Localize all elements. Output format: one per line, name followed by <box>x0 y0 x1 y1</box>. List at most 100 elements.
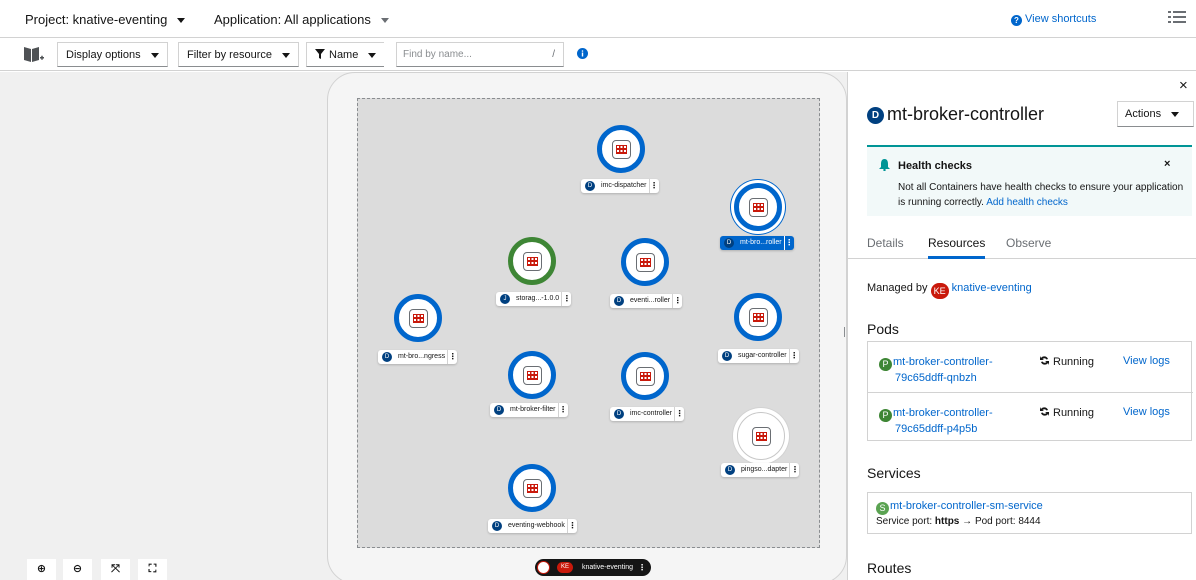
actions-dropdown[interactable]: Actions <box>1117 101 1194 127</box>
close-alert-button[interactable]: × <box>1164 158 1170 170</box>
node-label-text: mt-broker-filter <box>510 406 556 413</box>
zoom-out-button[interactable]: ⊖ <box>63 559 92 580</box>
node-label[interactable]: Dsugar-controller ⋮ <box>718 349 799 363</box>
node-label[interactable]: Dpingso...dapter ⋮ <box>721 463 800 477</box>
find-by-name-input[interactable]: Find by name... / <box>396 42 564 67</box>
node-label[interactable]: Dmt-broker-filter ⋮ <box>490 403 568 417</box>
managed-by-link[interactable]: knative-eventing <box>952 282 1032 294</box>
topology-toolbar: Display options Filter by resource Name … <box>0 38 1196 71</box>
services-heading: Services <box>867 465 921 481</box>
display-options-dropdown[interactable]: Display options <box>57 42 168 67</box>
pod-status-text: Running <box>1053 407 1094 419</box>
node-label[interactable]: Dimc-dispatcher ⋮ <box>581 179 659 193</box>
application-badge: KE <box>557 562 573 573</box>
application-selector[interactable]: Application: All applications <box>214 12 389 27</box>
filter-by-resource-dropdown[interactable]: Filter by resource <box>178 42 299 67</box>
node-pingsource-adapter[interactable] <box>737 412 785 460</box>
node-storage-job[interactable] <box>508 237 556 285</box>
application-icon <box>537 561 550 574</box>
node-label-text: eventing-webhook <box>508 522 565 529</box>
kebab-icon[interactable]: ⋮ <box>783 236 794 250</box>
add-health-checks-link[interactable]: Add health checks <box>986 197 1068 208</box>
tab-resources[interactable]: Resources <box>928 236 986 259</box>
pods-list: Pmt-broker-controller- 79c65ddff-qnbzh Ru… <box>867 341 1193 442</box>
pod-link[interactable]: Pmt-broker-controller- 79c65ddff-qnbzh <box>879 355 1039 385</box>
view-shortcuts-link[interactable]: ? View shortcuts <box>1011 13 1096 26</box>
node-label-selected[interactable]: Dmt-bro...roller ⋮ <box>720 236 794 250</box>
deployment-icon <box>523 479 542 498</box>
name-filter-dropdown[interactable]: Name <box>306 42 385 67</box>
reset-view-button[interactable]: ⛶ <box>138 559 167 580</box>
alert-title: Health checks <box>898 160 972 172</box>
kebab-icon[interactable]: ⋮ <box>638 559 646 576</box>
arrow-right-icon: → <box>962 516 973 527</box>
info-circle-icon[interactable] <box>577 48 588 59</box>
kebab-icon[interactable]: ⋮ <box>557 403 568 417</box>
project-selector-label: Project: knative-eventing <box>25 12 168 27</box>
node-eventing-controller[interactable] <box>621 238 669 286</box>
node-mt-broker-filter[interactable] <box>508 351 556 399</box>
managed-by: Managed by KE knative-eventing <box>867 282 1032 299</box>
node-label[interactable]: Deventing-webhook ⋮ <box>488 519 577 533</box>
pod-name-line2: 79c65ddff-p4p5b <box>895 423 978 435</box>
node-label-text: pingso...dapter <box>741 466 788 473</box>
node-label[interactable]: Deventi...roller ⋮ <box>610 294 683 308</box>
chevron-down-icon <box>150 52 159 58</box>
search-shortcut-hint: / <box>552 49 555 60</box>
quick-search-icon[interactable] <box>23 45 45 64</box>
service-ports: Service port: https → Pod port: 8444 <box>876 516 1041 527</box>
deployment-badge: D <box>585 181 595 191</box>
managed-by-label: Managed by <box>867 282 928 294</box>
service-link[interactable]: Smt-broker-controller-sm-service <box>876 500 1043 515</box>
tab-details[interactable]: Details <box>867 236 904 250</box>
kebab-icon[interactable]: ⋮ <box>789 463 799 477</box>
fit-to-screen-button[interactable]: ⤧ <box>101 559 130 580</box>
node-imc-dispatcher[interactable] <box>597 125 645 173</box>
kebab-icon[interactable]: ⋮ <box>674 407 684 421</box>
top-bar: Project: knative-eventing Application: A… <box>0 0 1196 38</box>
kebab-icon[interactable]: ⋮ <box>648 179 659 193</box>
deployment-badge: D <box>867 107 884 124</box>
project-selector[interactable]: Project: knative-eventing <box>25 12 186 27</box>
bell-icon <box>879 159 890 171</box>
display-options-label: Display options <box>66 49 141 61</box>
deployment-badge: D <box>614 409 624 419</box>
pod-link[interactable]: Pmt-broker-controller- 79c65ddff-p4p5b <box>879 406 1039 436</box>
kebab-icon[interactable]: ⋮ <box>447 350 457 364</box>
kebab-icon[interactable]: ⋮ <box>561 292 571 306</box>
expand-icon: ⤧ <box>111 563 120 575</box>
node-label-text: mt-bro...roller <box>740 239 782 246</box>
list-item: Pmt-broker-controller- 79c65ddff-p4p5b Ru… <box>868 392 1193 442</box>
node-label-text: eventi...roller <box>630 297 671 304</box>
deployment-badge: D <box>614 296 624 306</box>
node-label[interactable]: Dmt-bro...ngress ⋮ <box>378 350 458 364</box>
kebab-icon[interactable]: ⋮ <box>788 349 799 363</box>
node-label[interactable]: Dimc-controller ⋮ <box>610 407 685 421</box>
deployment-icon <box>749 308 768 327</box>
kebab-icon[interactable]: ⋮ <box>672 294 682 308</box>
application-label[interactable]: KE knative-eventing ⋮ <box>535 559 651 576</box>
pod-name-line1: mt-broker-controller- <box>893 407 993 419</box>
tab-observe[interactable]: Observe <box>1006 236 1051 250</box>
node-label[interactable]: Jstorag...-1.0.0 ⋮ <box>496 292 572 306</box>
sync-icon <box>1040 407 1049 416</box>
node-mt-broker-ingress[interactable] <box>394 294 442 342</box>
zoom-in-button[interactable]: ⊕ <box>27 559 56 580</box>
topology-canvas[interactable]: Dimc-dispatcher ⋮ Dmt-bro...roller ⋮ Jstor… <box>0 72 848 580</box>
node-sugar-controller[interactable] <box>734 293 782 341</box>
list-view-icon[interactable] <box>1167 9 1187 25</box>
zoom-in-icon: ⊕ <box>36 563 47 575</box>
deployment-icon <box>523 366 542 385</box>
node-imc-controller[interactable] <box>621 352 669 400</box>
resource-name: mt-broker-controller <box>887 104 1045 124</box>
view-logs-link[interactable]: View logs <box>1123 406 1170 418</box>
pod-name-line2: 79c65ddff-qnbzh <box>895 372 977 384</box>
node-mt-broker-controller[interactable] <box>734 183 782 231</box>
close-panel-button[interactable]: × <box>1179 77 1188 94</box>
node-label-text: sugar-controller <box>738 352 787 359</box>
node-eventing-webhook[interactable] <box>508 464 556 512</box>
view-logs-link[interactable]: View logs <box>1123 355 1170 367</box>
list-item: Pmt-broker-controller- 79c65ddff-qnbzh Ru… <box>868 342 1193 392</box>
kebab-icon[interactable]: ⋮ <box>566 519 577 533</box>
reset-view-icon: ⛶ <box>148 563 157 575</box>
